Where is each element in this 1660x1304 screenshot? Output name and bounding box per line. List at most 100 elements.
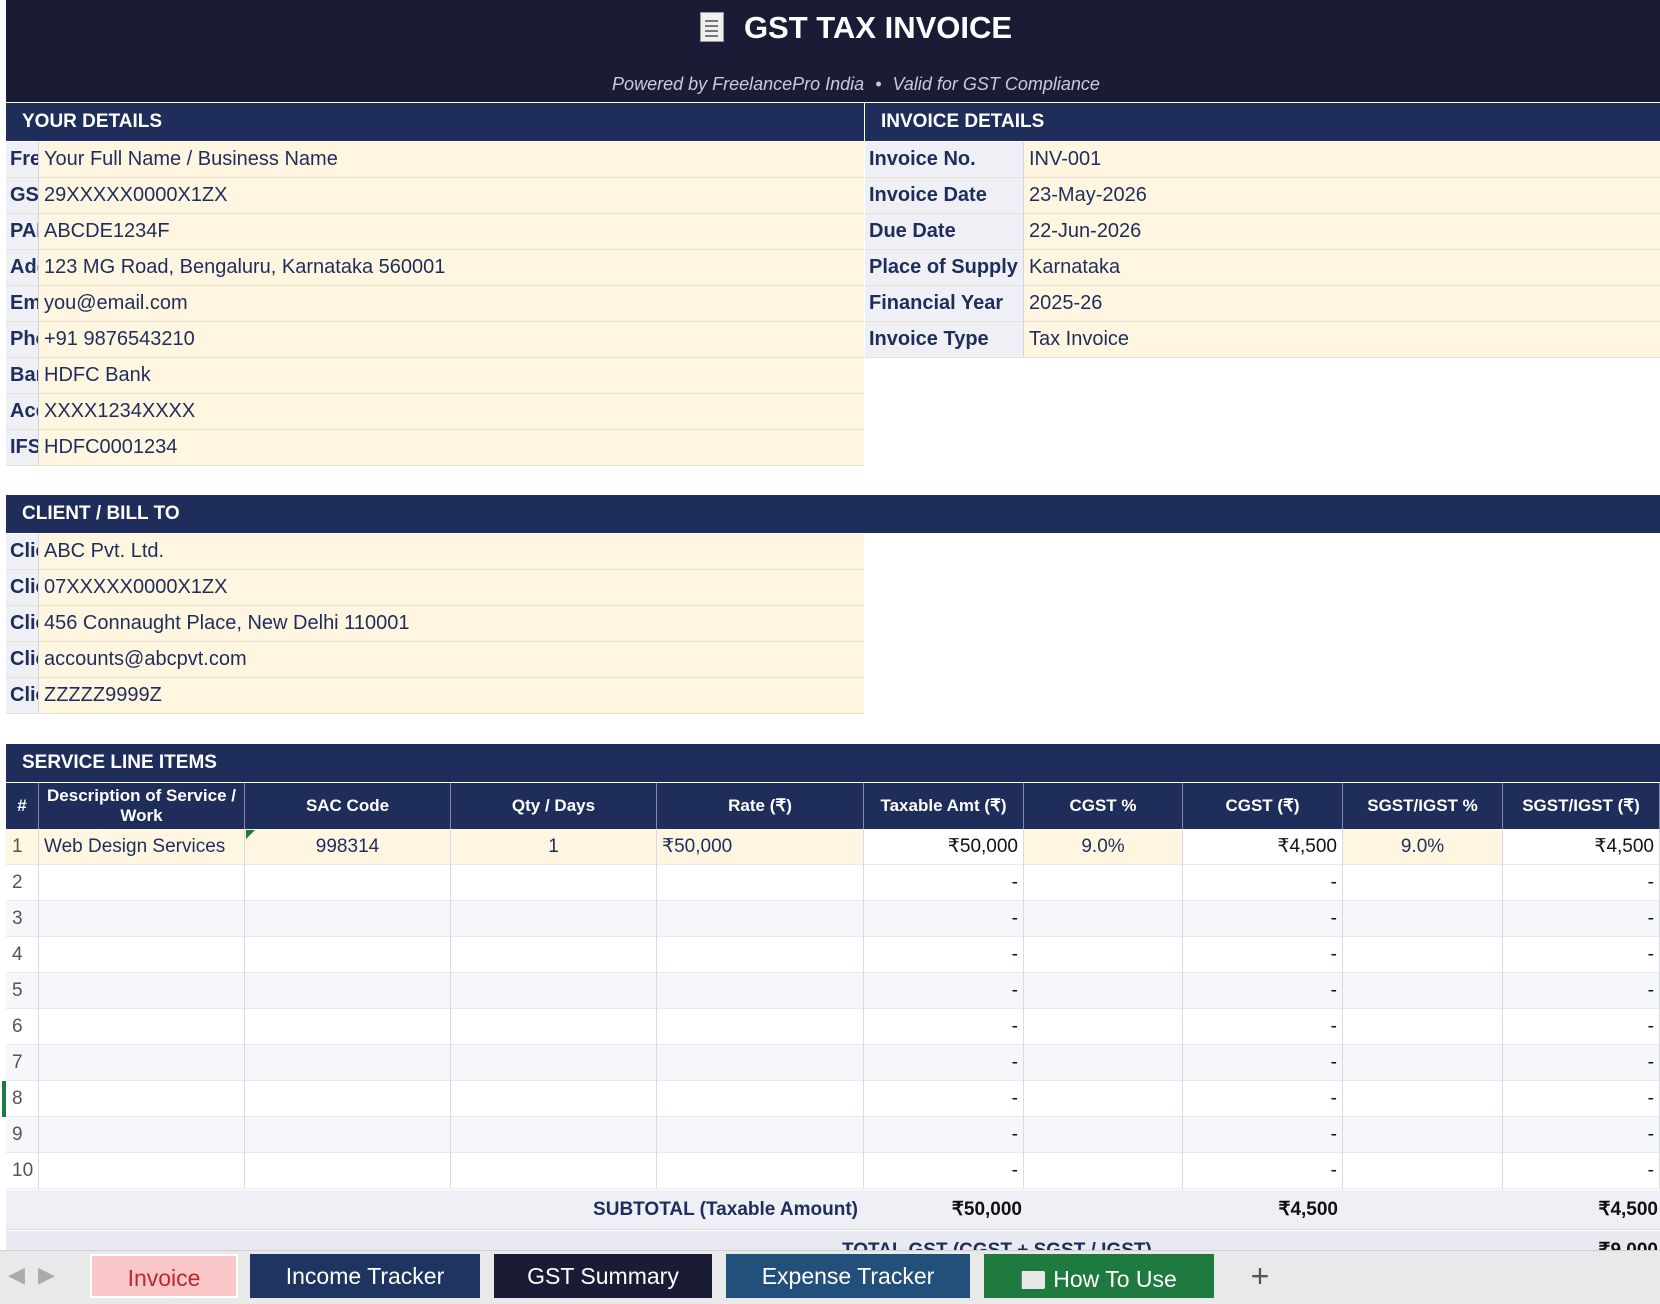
cell-cgst-amt[interactable]: - xyxy=(1183,1045,1343,1081)
cell-cgst-pct[interactable] xyxy=(1024,1081,1183,1117)
cell-sgst-pct[interactable] xyxy=(1343,1009,1503,1045)
cell-rate[interactable] xyxy=(657,937,864,973)
cell-sac-code[interactable] xyxy=(245,1045,451,1081)
cell-description[interactable] xyxy=(39,1009,245,1045)
cell-cgst-amt[interactable]: - xyxy=(1183,1153,1343,1189)
cell-taxable-amt[interactable]: - xyxy=(864,865,1024,901)
cell-taxable-amt[interactable]: - xyxy=(864,1153,1024,1189)
cell-sgst-amt[interactable]: - xyxy=(1503,901,1660,937)
cell-qty[interactable] xyxy=(451,1153,657,1189)
cell-sac-code[interactable] xyxy=(245,973,451,1009)
cell-cgst-pct[interactable]: 9.0% xyxy=(1024,829,1183,865)
cell-taxable-amt[interactable]: - xyxy=(864,937,1024,973)
cell-sac-code[interactable] xyxy=(245,1153,451,1189)
client-value[interactable]: 07XXXXX0000X1ZX xyxy=(39,570,864,606)
cell-sac-code[interactable] xyxy=(245,1081,451,1117)
cell-sac-code[interactable] xyxy=(245,865,451,901)
subtotal-cgst[interactable]: ₹4,500 xyxy=(1183,1190,1338,1230)
cell-cgst-pct[interactable] xyxy=(1024,973,1183,1009)
cell-qty[interactable] xyxy=(451,865,657,901)
your-details-value[interactable]: XXXX1234XXXX xyxy=(39,394,864,430)
cell-sgst-amt[interactable]: - xyxy=(1503,1009,1660,1045)
invoice-details-value[interactable]: 22-Jun-2026 xyxy=(1024,214,1660,250)
cell-qty[interactable] xyxy=(451,1117,657,1153)
invoice-details-value[interactable]: INV-001 xyxy=(1024,142,1660,178)
tab-expense-tracker[interactable]: Expense Tracker xyxy=(726,1254,970,1298)
tab-how-to-use[interactable]: How To Use xyxy=(984,1254,1214,1298)
cell-qty[interactable] xyxy=(451,973,657,1009)
client-value[interactable]: accounts@abcpvt.com xyxy=(39,642,864,678)
cell-rate[interactable] xyxy=(657,1081,864,1117)
your-details-value[interactable]: 123 MG Road, Bengaluru, Karnataka 560001 xyxy=(39,250,864,286)
cell-cgst-pct[interactable] xyxy=(1024,1153,1183,1189)
cell-sgst-pct[interactable] xyxy=(1343,1045,1503,1081)
cell-sac-code[interactable] xyxy=(245,937,451,973)
cell-sgst-pct[interactable] xyxy=(1343,973,1503,1009)
cell-sac-code[interactable]: 998314 xyxy=(245,829,451,865)
tab-income-tracker[interactable]: Income Tracker xyxy=(250,1254,480,1298)
client-value[interactable]: ABC Pvt. Ltd. xyxy=(39,534,864,570)
cell-taxable-amt[interactable]: - xyxy=(864,1009,1024,1045)
your-details-value[interactable]: Your Full Name / Business Name xyxy=(39,142,864,178)
cell-sgst-pct[interactable] xyxy=(1343,1081,1503,1117)
cell-sgst-amt[interactable]: - xyxy=(1503,1081,1660,1117)
cell-taxable-amt[interactable]: - xyxy=(864,1081,1024,1117)
your-details-value[interactable]: HDFC Bank xyxy=(39,358,864,394)
cell-cgst-amt[interactable]: - xyxy=(1183,937,1343,973)
cell-cgst-pct[interactable] xyxy=(1024,1117,1183,1153)
cell-cgst-pct[interactable] xyxy=(1024,1009,1183,1045)
cell-sgst-pct[interactable]: 9.0% xyxy=(1343,829,1503,865)
cell-cgst-amt[interactable]: - xyxy=(1183,973,1343,1009)
cell-sgst-amt[interactable]: - xyxy=(1503,865,1660,901)
cell-taxable-amt[interactable]: - xyxy=(864,973,1024,1009)
cell-qty[interactable]: 1 xyxy=(451,829,657,865)
your-details-value[interactable]: +91 9876543210 xyxy=(39,322,864,358)
cell-rate[interactable] xyxy=(657,1045,864,1081)
cell-cgst-amt[interactable]: ₹4,500 xyxy=(1183,829,1343,865)
your-details-value[interactable]: 29XXXXX0000X1ZX xyxy=(39,178,864,214)
cell-qty[interactable] xyxy=(451,937,657,973)
add-sheet-button[interactable]: + xyxy=(1240,1256,1280,1296)
cell-description[interactable] xyxy=(39,901,245,937)
cell-description[interactable] xyxy=(39,1117,245,1153)
cell-qty[interactable] xyxy=(451,1045,657,1081)
your-details-value[interactable]: you@email.com xyxy=(39,286,864,322)
subtotal-sgst[interactable]: ₹4,500 xyxy=(1503,1190,1658,1230)
cell-cgst-amt[interactable]: - xyxy=(1183,901,1343,937)
cell-rate[interactable]: ₹50,000 xyxy=(657,829,864,865)
cell-qty[interactable] xyxy=(451,1081,657,1117)
cell-cgst-amt[interactable]: - xyxy=(1183,1009,1343,1045)
cell-sac-code[interactable] xyxy=(245,1009,451,1045)
scroll-left-icon[interactable]: ◀ xyxy=(8,1262,25,1288)
client-value[interactable]: ZZZZZ9999Z xyxy=(39,678,864,714)
cell-rate[interactable] xyxy=(657,901,864,937)
cell-description[interactable] xyxy=(39,1153,245,1189)
your-details-value[interactable]: ABCDE1234F xyxy=(39,214,864,250)
invoice-details-value[interactable]: 23-May-2026 xyxy=(1024,178,1660,214)
cell-description[interactable] xyxy=(39,973,245,1009)
subtotal-taxable[interactable]: ₹50,000 xyxy=(865,1190,1022,1230)
cell-sgst-pct[interactable] xyxy=(1343,865,1503,901)
invoice-details-value[interactable]: Tax Invoice xyxy=(1024,322,1660,358)
cell-sgst-pct[interactable] xyxy=(1343,1117,1503,1153)
cell-cgst-pct[interactable] xyxy=(1024,865,1183,901)
cell-rate[interactable] xyxy=(657,1117,864,1153)
scroll-right-icon[interactable]: ▶ xyxy=(38,1262,55,1288)
cell-sgst-amt[interactable]: - xyxy=(1503,973,1660,1009)
cell-cgst-amt[interactable]: - xyxy=(1183,865,1343,901)
your-details-value[interactable]: HDFC0001234 xyxy=(39,430,864,466)
cell-rate[interactable] xyxy=(657,1153,864,1189)
cell-sgst-pct[interactable] xyxy=(1343,901,1503,937)
cell-qty[interactable] xyxy=(451,1009,657,1045)
cell-sac-code[interactable] xyxy=(245,901,451,937)
tab-gst-summary[interactable]: GST Summary xyxy=(494,1254,712,1298)
tab-invoice[interactable]: Invoice xyxy=(90,1254,238,1298)
cell-cgst-amt[interactable]: - xyxy=(1183,1081,1343,1117)
cell-description[interactable] xyxy=(39,865,245,901)
cell-rate[interactable] xyxy=(657,865,864,901)
cell-cgst-pct[interactable] xyxy=(1024,937,1183,973)
cell-sgst-amt[interactable]: ₹4,500 xyxy=(1503,829,1660,865)
cell-rate[interactable] xyxy=(657,973,864,1009)
cell-taxable-amt[interactable]: ₹50,000 xyxy=(864,829,1024,865)
cell-description[interactable] xyxy=(39,1045,245,1081)
